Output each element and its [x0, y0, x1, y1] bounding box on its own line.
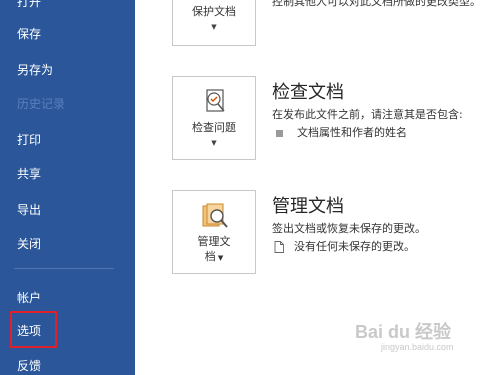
options-highlight-box: [10, 311, 57, 348]
manage-document-label-line2: 档: [204, 250, 216, 263]
manage-document-label-line1: 管理文: [197, 235, 231, 248]
chevron-down-icon: ▼: [211, 139, 217, 147]
inspect-document-icon: [206, 89, 225, 112]
inspect-bullet-text: 文档属性和作者的姓名: [297, 126, 407, 139]
protect-document-button[interactable]: 保护文档 ▼: [172, 0, 256, 46]
nav-history: 历史记录: [17, 97, 66, 111]
backstage-sidebar: 打开 保存 另存为 历史记录 打印 共享 导出 关闭 帐户 选项 反馈: [0, 0, 135, 375]
nav-feedback[interactable]: 反馈: [17, 358, 41, 374]
nav-open[interactable]: 打开: [17, 0, 41, 10]
nav-print[interactable]: 打印: [17, 132, 41, 148]
manage-document-title: 管理文档: [272, 196, 344, 217]
watermark-text: Bai du 经验: [355, 322, 452, 342]
chevron-down-icon: ▼: [215, 254, 224, 262]
manage-document-description: 签出文档或恢复未保存的更改。: [272, 222, 426, 235]
manage-document-button[interactable]: 管理文 档 ▼: [172, 190, 256, 274]
nav-share[interactable]: 共享: [17, 166, 41, 182]
check-for-issues-label: 检查问题: [192, 121, 236, 134]
sidebar-divider: [14, 268, 114, 269]
inspect-bullet-row: 文档属性和作者的姓名: [272, 124, 407, 140]
inspect-document-title: 检查文档: [272, 82, 344, 103]
nav-save-as[interactable]: 另存为: [17, 62, 53, 78]
manage-bullet-row: 没有任何未保存的更改。: [272, 238, 415, 254]
watermark-sub: jingyan.baidu.com: [381, 342, 454, 352]
baidu-watermark: Bai du 经验 jingyan.baidu.com: [355, 318, 454, 352]
chevron-down-icon: ▼: [211, 23, 217, 31]
manage-bullet-text: 没有任何未保存的更改。: [294, 240, 415, 253]
check-for-issues-button[interactable]: 检查问题 ▼: [172, 76, 256, 160]
nav-close[interactable]: 关闭: [17, 236, 41, 252]
manage-document-icon: [202, 203, 228, 228]
protect-document-label: 保护文档: [192, 5, 236, 18]
document-icon: [274, 241, 284, 253]
inspect-document-description: 在发布此文件之前，请注意其是否包含:: [272, 108, 463, 121]
nav-account[interactable]: 帐户: [17, 290, 41, 306]
nav-save[interactable]: 保存: [17, 26, 41, 42]
bullet-square-icon: [276, 129, 283, 137]
protect-description: 控制其他人可以对此文档所做的更改类型。: [272, 0, 481, 8]
manage-document-label-line2-row: 档 ▼: [173, 250, 255, 265]
nav-export[interactable]: 导出: [17, 202, 41, 218]
